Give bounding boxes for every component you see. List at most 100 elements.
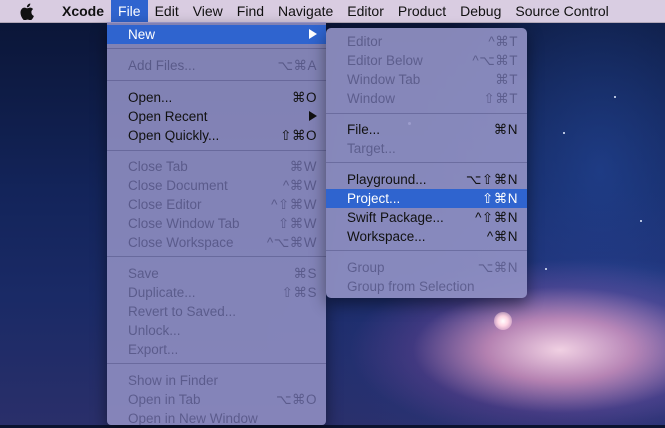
menu-item-shortcut: ⌘W [289,159,317,174]
menu-item-revert-to-saved[interactable]: Revert to Saved... [107,302,326,321]
star [640,220,642,222]
menubar-find[interactable]: Find [230,0,271,22]
menu-item-duplicate[interactable]: Duplicate... ⇧⌘S [107,283,326,302]
menu-item-label: Unlock... [128,323,181,338]
menu-item-shortcut: ⌘N [493,122,518,137]
menubar-editor[interactable]: Editor [340,0,391,22]
new-item-target[interactable]: Target... [326,139,527,158]
menu-item-label: Editor Below [347,53,423,68]
galaxy-glow [494,312,512,330]
menu-item-label: Close Window Tab [128,216,240,231]
new-item-swift-package[interactable]: Swift Package... ^⇧⌘N [326,208,527,227]
new-item-project[interactable]: Project... ⇧⌘N [326,189,527,208]
menu-item-label: Swift Package... [347,210,444,225]
menubar-source-control[interactable]: Source Control [508,0,615,22]
menu-item-open-in-new-window[interactable]: Open in New Window [107,409,326,428]
menu-item-label: Target... [347,141,396,156]
menu-item-shortcut: ⇧⌘O [280,128,317,143]
menu-item-label: Open in Tab [128,392,201,407]
menu-item-export[interactable]: Export... [107,340,326,359]
menu-item-shortcut: ^⌘N [486,229,518,244]
new-item-playground[interactable]: Playground... ⌥⇧⌘N [326,170,527,189]
menu-item-label: Close Document [128,178,228,193]
menu-item-label: Open Quickly... [128,128,220,143]
menu-item-shortcut: ⌥⌘N [477,260,518,275]
menu-item-label: Revert to Saved... [128,304,237,319]
menu-item-label: Playground... [347,172,427,187]
menu-item-open-in-tab[interactable]: Open in Tab ⌥⌘O [107,390,326,409]
menu-item-open-recent[interactable]: Open Recent [107,107,326,126]
menu-item-label: Duplicate... [128,285,196,300]
menu-item-shortcut: ⌘T [495,72,518,87]
new-item-window[interactable]: Window ⇧⌘T [326,89,527,108]
menu-item-label: Open... [128,90,173,105]
menu-item-close-window-tab[interactable]: Close Window Tab ⇧⌘W [107,214,326,233]
menu-item-label: Project... [347,191,401,206]
new-item-group-from-selection[interactable]: Group from Selection [326,277,527,296]
file-menu: New Add Files... ⌥⌘A Open... ⌘O Open Rec… [107,22,326,428]
submenu-arrow-icon [309,107,326,126]
menu-item-shortcut: ^⌘T [488,34,518,49]
menu-separator [107,48,326,49]
menu-item-shortcut: ⇧⌘T [483,91,518,106]
menu-item-label: Add Files... [128,58,196,73]
menu-item-open[interactable]: Open... ⌘O [107,88,326,107]
menu-item-label: Open in New Window [128,411,258,426]
menu-item-label: Close Workspace [128,235,234,250]
star [614,96,616,98]
menu-item-label: Window [347,91,396,106]
menu-separator [107,256,326,257]
menu-item-label: Group [347,260,385,275]
menu-item-close-workspace[interactable]: Close Workspace ^⌥⌘W [107,233,326,252]
menu-item-label: File... [347,122,381,137]
menu-item-close-editor[interactable]: Close Editor ^⇧⌘W [107,195,326,214]
apple-icon[interactable] [19,3,37,20]
menu-item-label: Save [128,266,159,281]
menubar-navigate[interactable]: Navigate [271,0,340,22]
menu-item-shortcut: ^⇧⌘N [475,210,518,225]
menu-separator [107,363,326,364]
menubar-debug[interactable]: Debug [453,0,508,22]
submenu-arrow-icon [309,25,326,44]
menu-item-label: Open Recent [128,109,208,124]
menubar-edit[interactable]: Edit [148,0,186,22]
new-item-workspace[interactable]: Workspace... ^⌘N [326,227,527,246]
new-item-file[interactable]: File... ⌘N [326,120,527,139]
new-item-window-tab[interactable]: Window Tab ⌘T [326,70,527,89]
menubar-view[interactable]: View [186,0,230,22]
menu-item-label: Export... [128,342,179,357]
menu-separator [326,250,527,251]
menu-item-shortcut: ⌥⌘A [277,58,317,73]
star [545,268,547,270]
menu-item-save[interactable]: Save ⌘S [107,264,326,283]
menu-bar: Xcode File Edit View Find Navigate Edito… [0,0,665,23]
new-item-editor-below[interactable]: Editor Below ^⌥⌘T [326,51,527,70]
star [563,132,565,134]
menu-item-shortcut: ⌘O [291,90,317,105]
menu-item-close-document[interactable]: Close Document ^⌘W [107,176,326,195]
menu-item-unlock[interactable]: Unlock... [107,321,326,340]
menubar-file[interactable]: File [111,0,148,22]
new-submenu: Editor ^⌘T Editor Below ^⌥⌘T Window Tab … [326,28,527,298]
menu-item-shortcut: ⇧⌘W [277,216,317,231]
menubar-product[interactable]: Product [391,0,453,22]
menu-item-shortcut: ⌥⇧⌘N [465,172,518,187]
menu-separator [107,150,326,151]
menu-separator [107,80,326,81]
new-item-group[interactable]: Group ⌥⌘N [326,258,527,277]
menu-item-shortcut: ⌘S [293,266,317,281]
menu-item-shortcut: ⌥⌘O [275,392,317,407]
menu-item-open-quickly[interactable]: Open Quickly... ⇧⌘O [107,126,326,145]
menu-item-label: Workspace... [347,229,426,244]
new-item-editor[interactable]: Editor ^⌘T [326,32,527,51]
menu-item-close-tab[interactable]: Close Tab ⌘W [107,157,326,176]
menubar-xcode[interactable]: Xcode [55,0,111,22]
menu-item-shortcut: ^⌘W [282,178,317,193]
menu-item-new[interactable]: New [107,25,326,44]
menu-item-label: Close Editor [128,197,202,212]
menu-item-label: New [128,27,156,42]
menu-item-shortcut: ^⌥⌘T [472,53,518,68]
menu-item-shortcut: ⇧⌘S [281,285,317,300]
menu-item-show-in-finder[interactable]: Show in Finder [107,371,326,390]
menu-item-add-files[interactable]: Add Files... ⌥⌘A [107,56,326,75]
